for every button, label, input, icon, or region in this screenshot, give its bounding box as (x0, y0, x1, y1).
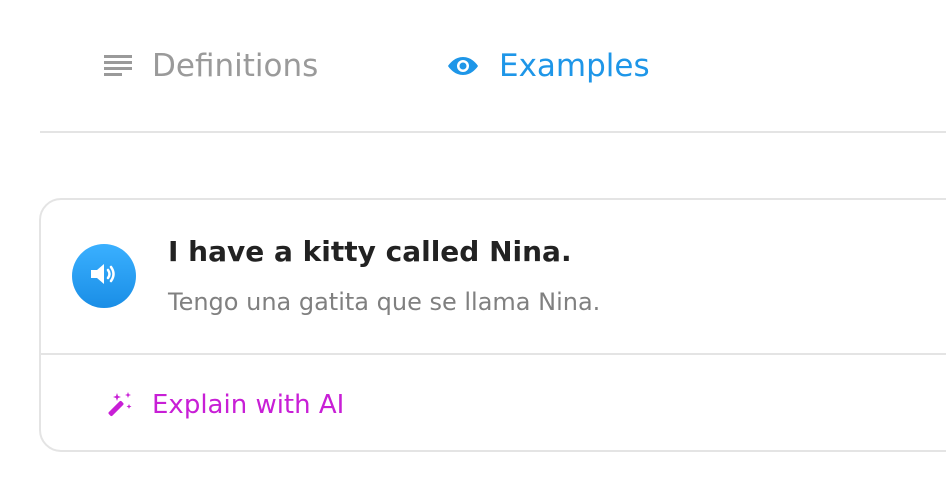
example-translation: Tengo una gatita que se llama Nina. (168, 288, 601, 316)
explain-with-ai-label: Explain with AI (152, 390, 345, 420)
tabs-divider (40, 131, 946, 133)
tab-definitions-label: Definitions (152, 48, 319, 84)
tab-examples-label: Examples (499, 48, 650, 84)
tab-bar: Definitions Examples (0, 0, 946, 132)
tab-definitions[interactable]: Definitions (104, 44, 318, 88)
example-sentence: I have a kitty called Nina. (168, 235, 572, 268)
example-card: I have a kitty called Nina. Tengo una ga… (39, 198, 946, 452)
explain-with-ai-button[interactable]: Explain with AI (104, 387, 344, 423)
lines-icon (104, 55, 132, 77)
magic-wand-icon (104, 390, 134, 420)
speaker-icon (89, 261, 119, 291)
play-audio-button[interactable] (72, 244, 136, 308)
card-divider (41, 353, 946, 355)
eye-icon (447, 55, 479, 77)
tab-examples[interactable]: Examples (447, 44, 650, 88)
